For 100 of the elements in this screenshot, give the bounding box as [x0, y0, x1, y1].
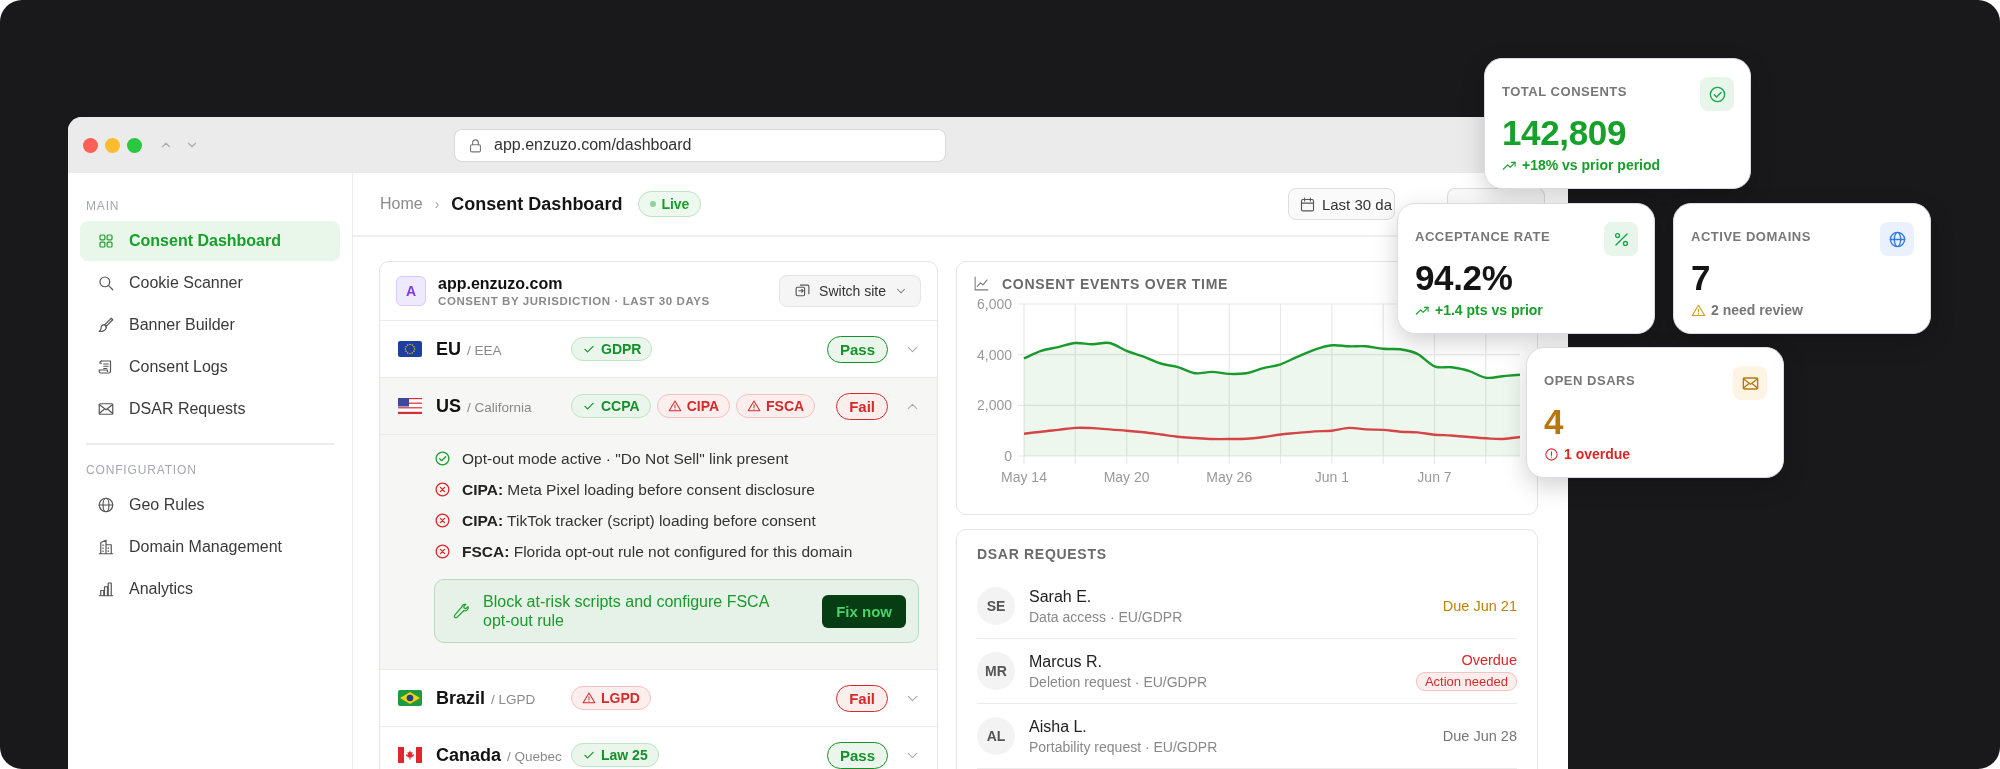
card-title: CONSENT EVENTS OVER TIME	[1002, 275, 1229, 292]
sidebar-item[interactable]: Cookie Scanner	[80, 263, 340, 303]
fix-text: Block at-risk scripts and configure FSCA opt-out rule	[483, 592, 771, 630]
law-tag: CIPA	[656, 394, 731, 418]
stat-value: 142,809	[1502, 113, 1628, 153]
axis-label: 6,000	[976, 296, 1012, 312]
region-detail: / LGPD	[491, 691, 536, 707]
requester-name: Sarah E.	[1029, 587, 1093, 606]
export-button[interactable]	[1447, 188, 1545, 203]
stat-value: 94.2%	[1415, 258, 1514, 298]
fix-now-button[interactable]: Fix now	[822, 594, 906, 628]
date-range-button[interactable]: Last 30 da	[1287, 188, 1395, 220]
globe-icon	[97, 496, 115, 514]
lock-icon	[467, 136, 484, 154]
maximize-button[interactable]	[127, 137, 142, 153]
stat-value: 7	[1691, 258, 1712, 298]
alert-circle-icon	[1544, 446, 1559, 462]
sidebar-item[interactable]: Geo Rules	[80, 485, 340, 525]
card-title: DSAR REQUESTS	[977, 546, 1108, 562]
law-tag: CCPA	[571, 394, 651, 418]
result-pill: Pass	[826, 741, 888, 769]
region-detail: / EEA	[467, 342, 502, 358]
switch-site-button[interactable]: Switch site	[779, 275, 921, 307]
sidebar-item[interactable]: Consent Logs	[80, 347, 340, 387]
axis-label: May 14	[1001, 469, 1047, 485]
region-name: Brazil	[436, 687, 486, 709]
stat-delta: 2 need review	[1711, 302, 1803, 318]
result-pill: Fail	[836, 392, 888, 420]
stat-label: TOTAL CONSENTS	[1502, 84, 1627, 99]
sidebar-item[interactable]: DSAR Requests	[80, 389, 340, 429]
wrench-icon	[451, 602, 469, 620]
warning-icon	[667, 399, 682, 413]
line-chart-icon	[973, 275, 990, 292]
check-text: CIPA: Meta Pixel loading before consent disclosure	[462, 480, 815, 499]
stat-delta: +18% vs prior period	[1522, 157, 1661, 173]
stat-delta: +1.4 pts vs prior	[1435, 302, 1543, 318]
address-bar[interactable]: app.enzuzo.com/dashboard	[454, 128, 946, 162]
axis-label: 2,000	[976, 397, 1012, 414]
region-detail: / Quebec	[507, 748, 562, 764]
site-avatar: A	[396, 276, 426, 306]
check-text: FSCA: Florida opt-out rule not configured for this domain	[462, 542, 853, 561]
region-detail: / California	[467, 399, 532, 415]
check-circle-icon	[434, 450, 451, 467]
warning-icon	[747, 399, 762, 413]
page-title: Consent Dashboard	[451, 193, 623, 215]
sidebar-item[interactable]: Analytics	[80, 569, 340, 609]
initials-avatar: MR	[977, 652, 1015, 690]
warning-icon	[582, 691, 596, 705]
stat-value: 4	[1544, 402, 1565, 442]
x-circle-icon	[434, 481, 451, 498]
initials-avatar: AL	[977, 717, 1015, 755]
due-status: Overdue	[1461, 651, 1517, 668]
action-tag: Action needed	[1415, 671, 1517, 691]
axis-label: 4,000	[976, 346, 1012, 363]
law-tag: FSCA	[736, 394, 816, 418]
request-detail: Portability request · EU/GDPR	[1029, 738, 1218, 755]
breadcrumb-link[interactable]: Home	[380, 195, 423, 213]
requester-name: Marcus R.	[1029, 652, 1103, 671]
minimize-button[interactable]	[105, 137, 120, 153]
check-text: CIPA: TikTok tracker (script) loading before consent	[462, 511, 816, 530]
due-status: Due Jun 21	[1442, 598, 1517, 614]
sidebar-item[interactable]: Domain Management	[80, 527, 340, 567]
axis-label: Jun 1	[1314, 469, 1349, 485]
flag-icon	[398, 690, 422, 706]
result-pill: Pass	[826, 335, 888, 363]
requester-name: Aisha L.	[1029, 717, 1088, 736]
breadcrumb-separator: ›	[434, 196, 440, 212]
law-tag: LGPD	[571, 686, 651, 710]
region-name: Canada	[436, 744, 502, 766]
envelope-icon	[97, 400, 115, 418]
due-status: Due Jun 28	[1442, 728, 1517, 744]
request-detail: Data access · EU/GDPR	[1029, 608, 1183, 625]
axis-label: 0	[1004, 448, 1012, 464]
brush-icon	[97, 316, 115, 334]
sidebar-item[interactable]: Banner Builder	[80, 305, 340, 345]
section-title: CONFIGURATION	[85, 463, 198, 477]
globe-icon	[1887, 229, 1907, 249]
card-subtitle: CONSENT BY JURISDICTION · LAST 30 DAYS	[438, 295, 710, 307]
region-name: US	[436, 395, 461, 417]
stat-delta: 1 overdue	[1564, 446, 1631, 462]
calendar-icon	[1298, 195, 1316, 213]
law-tag: GDPR	[571, 337, 653, 361]
warning-icon	[1691, 302, 1706, 318]
status-badge: Live	[638, 191, 702, 217]
axis-label: May 26	[1206, 469, 1253, 485]
region-name: EU	[436, 338, 461, 360]
bar-chart-icon	[97, 580, 115, 598]
law-tag: Law 25	[571, 743, 659, 767]
grid-icon	[97, 232, 115, 250]
result-pill: Fail	[836, 684, 888, 712]
stat-label: ACCEPTANCE RATE	[1415, 229, 1551, 244]
axis-label: May 20	[1103, 469, 1150, 485]
close-button[interactable]	[83, 137, 98, 153]
building-icon	[97, 538, 115, 556]
stat-label: ACTIVE DOMAINS	[1691, 229, 1811, 244]
flag-icon	[398, 747, 422, 763]
initials-avatar: SE	[977, 587, 1015, 625]
flag-icon	[398, 398, 422, 414]
flag-icon	[398, 341, 422, 357]
check-text: Opt-out mode active · "Do Not Sell" link present	[462, 449, 789, 468]
